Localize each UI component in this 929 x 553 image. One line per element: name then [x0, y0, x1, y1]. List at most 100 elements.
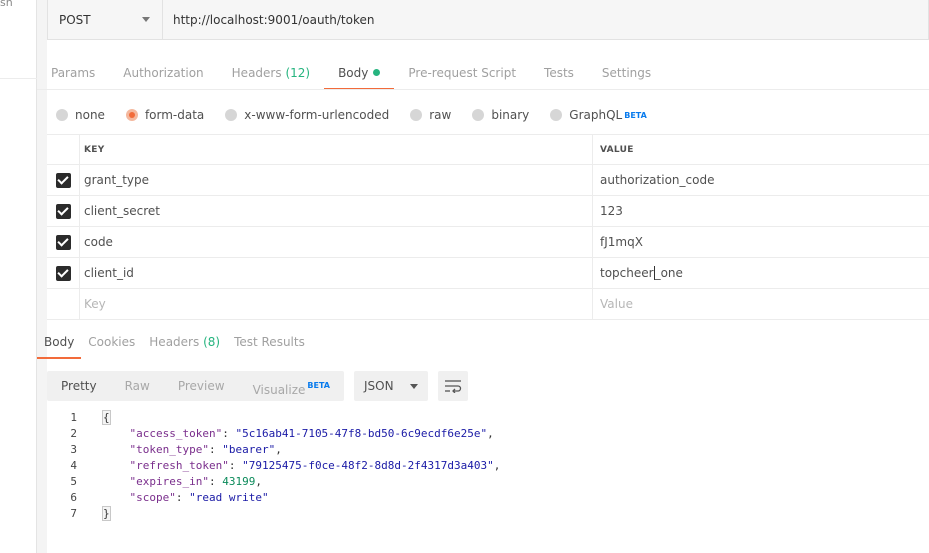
code-gutter	[79, 506, 103, 522]
radio-label: none	[75, 108, 105, 122]
request-tabs: Params Authorization Headers (12) Body P…	[37, 58, 665, 90]
view-mode-group: Pretty Raw Preview Visualize BETA	[47, 371, 344, 401]
code-gutter	[79, 426, 103, 442]
column-header-value: VALUE	[600, 144, 634, 155]
radio-label: form-data	[144, 108, 205, 122]
language-select[interactable]: JSON	[354, 371, 428, 401]
table-row: grant_type authorization_code	[47, 165, 929, 196]
code-gutter	[79, 410, 103, 426]
radio-icon	[410, 109, 423, 121]
row-check-cell	[47, 196, 80, 226]
key-cell[interactable]: code	[80, 227, 593, 257]
code-text: "scope": "read write"	[129, 491, 269, 504]
row-check-cell	[47, 289, 80, 319]
radio-form-data[interactable]: form-data	[125, 108, 205, 122]
json-value: 43199	[222, 475, 256, 488]
view-visualize-button[interactable]: Visualize BETA	[239, 371, 344, 401]
beta-badge: BETA	[624, 110, 647, 120]
json-sep: ,	[255, 475, 262, 488]
method-label: POST	[59, 12, 91, 27]
row-check-cell	[47, 165, 80, 195]
tab-headers[interactable]: Headers (12)	[218, 58, 324, 90]
radio-x-www-form-urlencoded[interactable]: x-www-form-urlencoded	[225, 108, 389, 122]
response-tab-cookies[interactable]: Cookies	[81, 327, 142, 359]
url-input[interactable]: http://localhost:9001/oauth/token	[163, 0, 928, 39]
json-sep: ,	[275, 443, 282, 456]
radio-selected-icon	[125, 109, 138, 121]
json-key: "token_type"	[129, 443, 209, 456]
tab-settings[interactable]: Settings	[588, 58, 665, 90]
json-value: "read write"	[189, 491, 269, 504]
line-number: 3	[70, 443, 77, 456]
new-value-input[interactable]: Value	[593, 289, 929, 319]
tab-label: Params	[51, 66, 96, 80]
tab-label: Body	[44, 335, 75, 349]
line-number: 2	[70, 427, 77, 440]
tab-pre-request-script[interactable]: Pre-request Script	[394, 58, 530, 90]
tab-authorization[interactable]: Authorization	[109, 58, 217, 90]
sidebar-text-fragment: sh	[0, 0, 13, 9]
row-enabled-checkbox[interactable]	[55, 172, 71, 188]
json-key: "scope"	[129, 491, 176, 504]
radio-graphql[interactable]: GraphQL BETA	[550, 108, 647, 122]
line-number: 4	[70, 459, 77, 472]
radio-label: x-www-form-urlencoded	[244, 108, 390, 122]
key-cell[interactable]: client_secret	[80, 196, 593, 226]
json-sep: ,	[493, 459, 501, 472]
code-line: 3 "token_type": "bearer",	[47, 442, 929, 458]
tab-body[interactable]: Body	[324, 58, 395, 90]
tab-params[interactable]: Params	[37, 58, 109, 90]
tab-label: Headers	[231, 66, 282, 80]
header-check-cell	[47, 135, 80, 164]
table-header-row: KEY VALUE	[47, 134, 929, 165]
code-text: }	[102, 506, 111, 522]
response-body-viewer[interactable]: 1 { 2 "access_token": "5c16ab41-7105-47f…	[47, 410, 929, 522]
radio-raw[interactable]: raw	[410, 108, 451, 122]
request-bar: POST http://localhost:9001/oauth/token	[47, 0, 929, 40]
code-text: "refresh_token": "79125475-f0ce-48f2-8d8…	[129, 459, 501, 472]
view-preview-button[interactable]: Preview	[164, 371, 239, 401]
wrap-lines-button[interactable]	[438, 371, 468, 401]
response-toolbar: Pretty Raw Preview Visualize BETA JSON	[47, 371, 468, 401]
key-cell[interactable]: client_id	[80, 258, 593, 288]
table-row-new: Key Value	[47, 289, 929, 320]
row-enabled-checkbox[interactable]	[55, 265, 71, 281]
code-text: "token_type": "bearer",	[129, 443, 282, 456]
tab-label: Headers	[149, 335, 200, 349]
tab-tests[interactable]: Tests	[530, 58, 588, 90]
radio-label: GraphQL	[569, 108, 623, 122]
code-line: 4 "refresh_token": "79125475-f0ce-48f2-8…	[47, 458, 929, 474]
code-gutter	[79, 490, 103, 506]
json-value: "bearer"	[222, 443, 276, 456]
code-line: 2 "access_token": "5c16ab41-7105-47f8-bd…	[47, 426, 929, 442]
chevron-down-icon	[410, 383, 418, 389]
request-pane: POST http://localhost:9001/oauth/token P…	[37, 0, 929, 553]
key-cell[interactable]: grant_type	[80, 165, 593, 195]
response-tab-test-results[interactable]: Test Results	[227, 327, 312, 359]
view-pretty-button[interactable]: Pretty	[47, 371, 111, 401]
response-tab-body[interactable]: Body	[37, 327, 82, 359]
column-header-key: KEY	[80, 135, 593, 164]
row-enabled-checkbox[interactable]	[55, 234, 71, 250]
close-brace: }	[102, 506, 111, 521]
code-gutter	[79, 442, 103, 458]
method-select[interactable]: POST	[48, 0, 163, 39]
value-cell[interactable]: topcheer _one	[593, 258, 929, 288]
code-line: 5 "expires_in": 43199,	[47, 474, 929, 490]
status-dot-icon	[373, 69, 381, 76]
value-cell[interactable]: authorization_code	[593, 165, 929, 195]
radio-icon	[472, 109, 485, 121]
value-cell[interactable]: 123	[593, 196, 929, 226]
json-value: "5c16ab41-7105-47f8-bd50-6c9ecdf6e25e"	[235, 427, 488, 440]
tab-label: Settings	[601, 66, 652, 80]
new-key-input[interactable]: Key	[80, 289, 593, 319]
radio-none[interactable]: none	[56, 108, 105, 122]
radio-binary[interactable]: binary	[472, 108, 529, 122]
json-key: "expires_in"	[129, 475, 209, 488]
row-enabled-checkbox[interactable]	[55, 203, 71, 219]
response-tab-headers[interactable]: Headers (8)	[142, 327, 227, 359]
view-raw-button[interactable]: Raw	[111, 371, 164, 401]
code-line: 6 "scope": "read write"	[47, 490, 929, 506]
code-gutter	[79, 474, 103, 490]
value-cell[interactable]: fJ1mqX	[593, 227, 929, 257]
